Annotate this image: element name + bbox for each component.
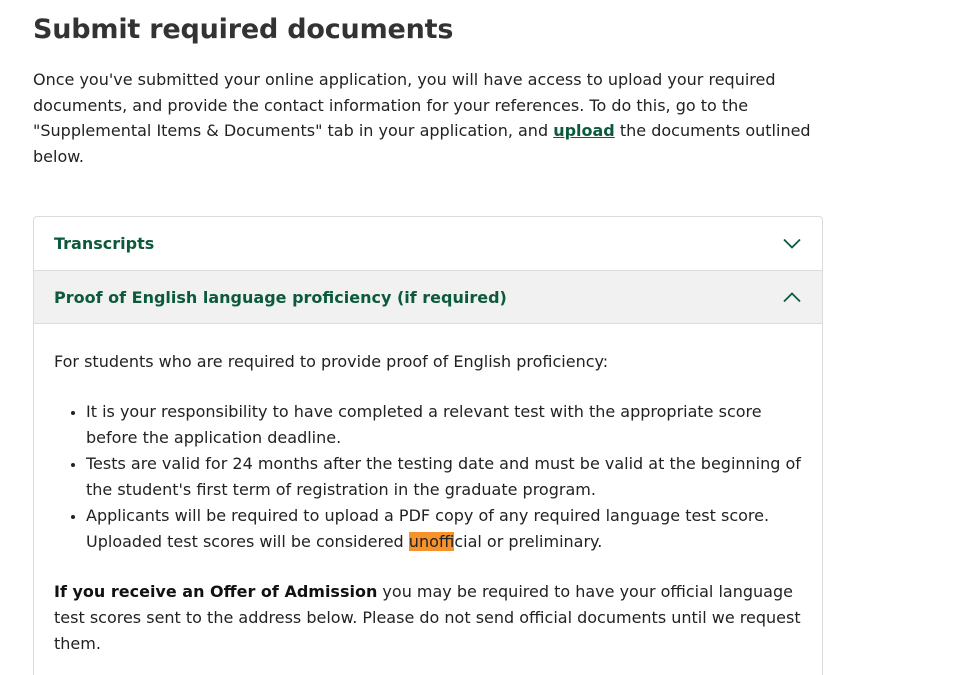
requirements-list: It is your responsibility to have comple… <box>54 399 802 555</box>
offer-paragraph: If you receive an Offer of Admission you… <box>54 579 802 657</box>
accordion-header-english-proficiency[interactable]: Proof of English language proficiency (i… <box>34 271 822 324</box>
panel-lead-text: For students who are required to provide… <box>54 352 609 371</box>
accordion-header-transcripts[interactable]: Transcripts <box>34 217 822 271</box>
list-item-text-end: icial or preliminary. <box>454 532 603 551</box>
page-title: Submit required documents <box>33 14 454 45</box>
accordion-panel-english-proficiency: For students who are required to provide… <box>34 324 822 657</box>
accordion-label-english-proficiency: Proof of English language proficiency (i… <box>54 287 507 307</box>
documents-accordion: Transcripts Proof of English language pr… <box>33 216 823 675</box>
list-item: Applicants will be required to upload a … <box>86 503 802 555</box>
chevron-down-icon <box>782 237 802 251</box>
upload-link[interactable]: upload <box>553 121 615 140</box>
list-item: Tests are valid for 24 months after the … <box>86 451 802 503</box>
offer-heading-bold: If you receive an Offer of Admission <box>54 582 378 601</box>
list-item: It is your responsibility to have comple… <box>86 399 802 451</box>
chevron-up-icon <box>782 290 802 304</box>
accordion-label-transcripts: Transcripts <box>54 234 155 253</box>
intro-paragraph: Once you've submitted your online applic… <box>33 67 813 170</box>
search-highlight: unoff <box>408 532 455 551</box>
